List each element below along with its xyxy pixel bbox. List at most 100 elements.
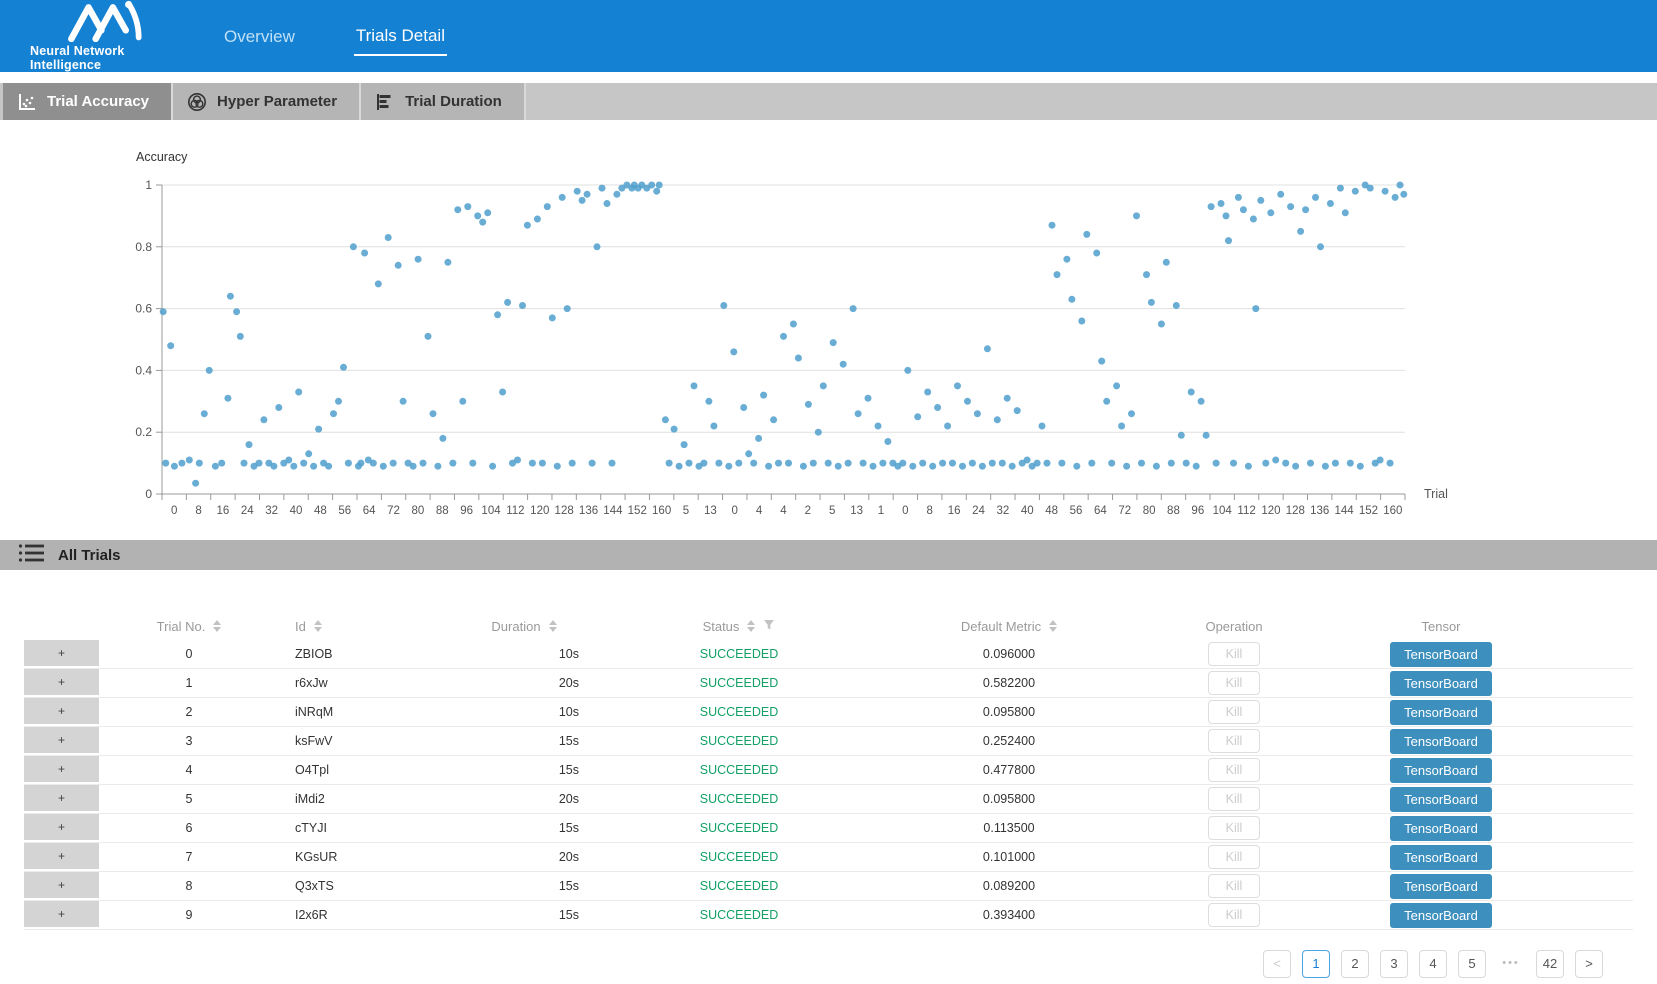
scatter-point[interactable] [609, 460, 616, 467]
scatter-point[interactable] [914, 413, 921, 420]
scatter-point[interactable] [720, 302, 727, 309]
kill-button[interactable]: Kill [1208, 787, 1260, 811]
page-button-2[interactable]: 2 [1341, 950, 1369, 978]
page-prev-button[interactable]: < [1263, 950, 1291, 978]
scatter-point[interactable] [1073, 463, 1080, 470]
row-expander-button[interactable]: + [24, 698, 99, 726]
scatter-point[interactable] [514, 457, 521, 464]
tensorboard-button[interactable]: TensorBoard [1390, 700, 1492, 725]
scatter-point[interactable] [835, 463, 842, 470]
scatter-point[interactable] [237, 333, 244, 340]
scatter-point[interactable] [899, 460, 906, 467]
scatter-point[interactable] [370, 460, 377, 467]
scatter-point[interactable] [735, 460, 742, 467]
scatter-point[interactable] [1123, 463, 1130, 470]
scatter-point[interactable] [340, 364, 347, 371]
row-expander-button[interactable]: + [24, 669, 99, 697]
scatter-point[interactable] [1054, 271, 1061, 278]
sort-icon[interactable] [213, 620, 221, 632]
scatter-point[interactable] [865, 395, 872, 402]
row-expander-button[interactable]: + [24, 843, 99, 871]
scatter-point[interactable] [519, 302, 526, 309]
scatter-point[interactable] [1235, 194, 1242, 201]
scatter-point[interactable] [1250, 216, 1257, 223]
scatter-point[interactable] [1400, 191, 1407, 198]
scatter-point[interactable] [201, 410, 208, 417]
scatter-point[interactable] [1347, 460, 1354, 467]
page-button-42[interactable]: 42 [1536, 950, 1564, 978]
scatter-point[interactable] [539, 460, 546, 467]
kill-button[interactable]: Kill [1208, 816, 1260, 840]
scatter-point[interactable] [569, 460, 576, 467]
scatter-point[interactable] [1257, 197, 1264, 204]
scatter-point[interactable] [1317, 243, 1324, 250]
scatter-point[interactable] [944, 423, 951, 430]
scatter-point[interactable] [1252, 305, 1259, 312]
scatter-point[interactable] [671, 426, 678, 433]
scatter-point[interactable] [855, 410, 862, 417]
scatter-point[interactable] [730, 348, 737, 355]
scatter-point[interactable] [875, 423, 882, 430]
scatter-point[interactable] [1327, 200, 1334, 207]
scatter-point[interactable] [484, 209, 491, 216]
kill-button[interactable]: Kill [1208, 903, 1260, 927]
tensorboard-button[interactable]: TensorBoard [1390, 816, 1492, 841]
scatter-point[interactable] [1307, 460, 1314, 467]
scatter-point[interactable] [1058, 460, 1065, 467]
tab-trial-duration[interactable]: Trial Duration [361, 83, 526, 120]
scatter-point[interactable] [330, 410, 337, 417]
scatter-point[interactable] [564, 305, 571, 312]
scatter-point[interactable] [1088, 460, 1095, 467]
scatter-point[interactable] [1009, 463, 1016, 470]
scatter-point[interactable] [295, 389, 302, 396]
scatter-point[interactable] [315, 426, 322, 433]
row-expander-button[interactable]: + [24, 640, 99, 668]
scatter-point[interactable] [1377, 457, 1384, 464]
tensorboard-button[interactable]: TensorBoard [1390, 845, 1492, 870]
nav-overview[interactable]: Overview [222, 17, 297, 55]
scatter-point[interactable] [171, 463, 178, 470]
scatter-point[interactable] [989, 460, 996, 467]
scatter-point[interactable] [559, 194, 566, 201]
scatter-point[interactable] [1297, 228, 1304, 235]
kill-button[interactable]: Kill [1208, 874, 1260, 898]
scatter-point[interactable] [830, 339, 837, 346]
scatter-point[interactable] [974, 410, 981, 417]
scatter-point[interactable] [1093, 250, 1100, 257]
scatter-point[interactable] [224, 395, 231, 402]
row-expander-button[interactable]: + [24, 727, 99, 755]
scatter-point[interactable] [275, 404, 282, 411]
scatter-point[interactable] [599, 185, 606, 192]
scatter-point[interactable] [1198, 398, 1205, 405]
scatter-point[interactable] [390, 460, 397, 467]
scatter-point[interactable] [1024, 457, 1031, 464]
scatter-point[interactable] [815, 429, 822, 436]
scatter-point[interactable] [554, 463, 561, 470]
scatter-point[interactable] [1158, 321, 1165, 328]
scatter-point[interactable] [999, 460, 1006, 467]
scatter-point[interactable] [1098, 358, 1105, 365]
scatter-point[interactable] [775, 460, 782, 467]
nav-trials-detail[interactable]: Trials Detail [354, 16, 447, 56]
scatter-point[interactable] [335, 398, 342, 405]
scatter-point[interactable] [227, 293, 234, 300]
scatter-point[interactable] [479, 219, 486, 226]
scatter-point[interactable] [785, 460, 792, 467]
row-expander-button[interactable]: + [24, 785, 99, 813]
tensorboard-button[interactable]: TensorBoard [1390, 642, 1492, 667]
scatter-point[interactable] [579, 197, 586, 204]
scatter-point[interactable] [1118, 423, 1125, 430]
scatter-point[interactable] [949, 460, 956, 467]
scatter-point[interactable] [1352, 188, 1359, 195]
tensorboard-button[interactable]: TensorBoard [1390, 903, 1492, 928]
scatter-point[interactable] [218, 460, 225, 467]
scatter-point[interactable] [959, 463, 966, 470]
scatter-point[interactable] [350, 243, 357, 250]
scatter-point[interactable] [1240, 206, 1247, 213]
scatter-point[interactable] [425, 333, 432, 340]
tab-hyper-parameter[interactable]: Hyper Parameter [173, 83, 361, 120]
scatter-point[interactable] [400, 398, 407, 405]
scatter-point[interactable] [361, 250, 368, 257]
scatter-point[interactable] [691, 382, 698, 389]
scatter-point[interactable] [870, 463, 877, 470]
